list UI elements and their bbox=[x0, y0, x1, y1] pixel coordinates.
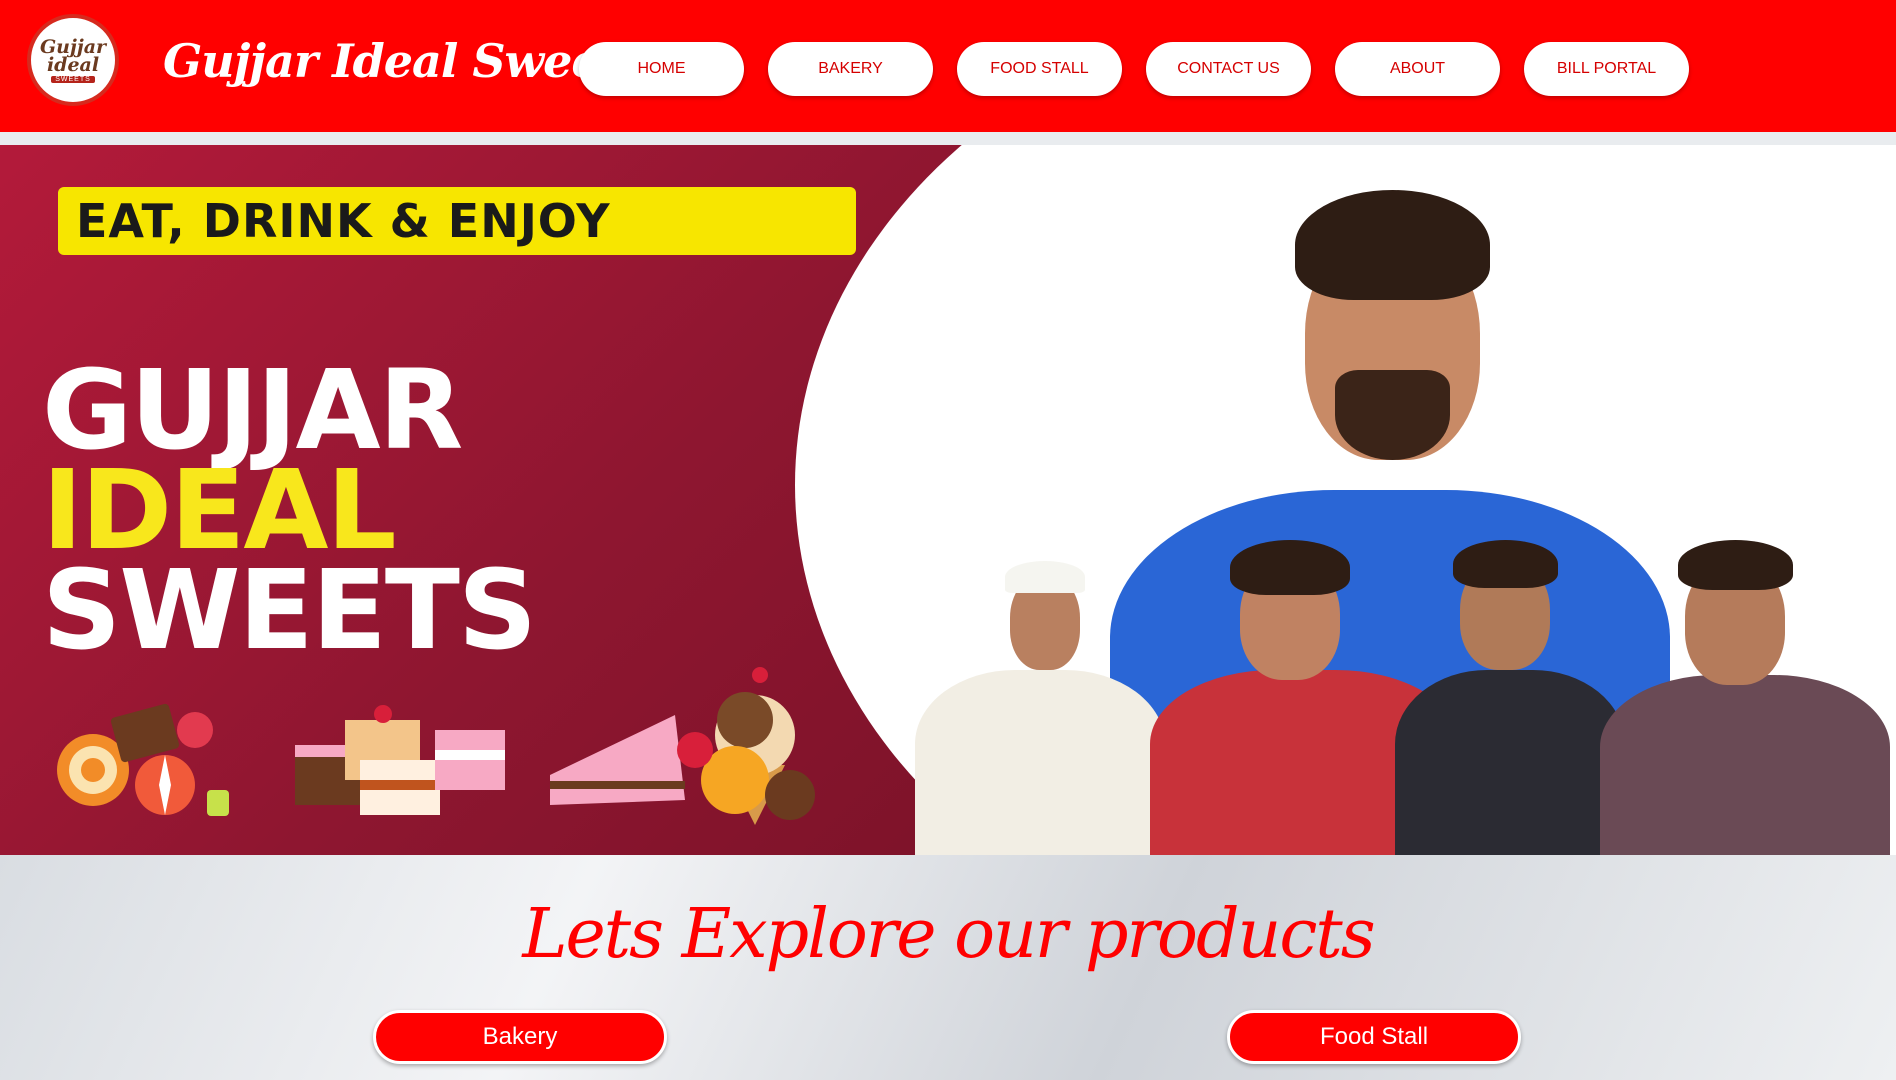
explore-section: Lets Explore our products Bakery Food St… bbox=[0, 855, 1896, 1080]
hero-title-line3: SWEETS bbox=[42, 546, 537, 674]
nav-about-button[interactable]: ABOUT bbox=[1335, 42, 1500, 96]
nav-bill-portal-button[interactable]: BILL PORTAL bbox=[1524, 42, 1689, 96]
hero-banner: EAT, DRINK & ENJOY GUJJAR IDEAL SWEETS bbox=[0, 145, 1896, 855]
logo-tag: SWEETS bbox=[51, 75, 95, 83]
hero-title-line2: IDEAL bbox=[42, 446, 397, 574]
logo-text-bottom: ideal bbox=[46, 53, 100, 76]
explore-heading: Lets Explore our products bbox=[522, 895, 1375, 974]
hero-title-line1: GUJJAR bbox=[42, 346, 463, 474]
nav-contact-us-button[interactable]: CONTACT US bbox=[1146, 42, 1311, 96]
person-right bbox=[1600, 535, 1896, 855]
main-nav: HOME BAKERY FOOD STALL CONTACT US ABOUT … bbox=[579, 42, 1689, 96]
brand-name[interactable]: Gujjar Ideal Sweet bbox=[163, 34, 621, 88]
cake-illustration bbox=[295, 705, 505, 815]
ice-cream-illustration bbox=[550, 667, 815, 825]
person-left bbox=[915, 555, 1165, 855]
nav-home-button[interactable]: HOME bbox=[579, 42, 744, 96]
top-navbar: Gujjar ideal SWEETS Gujjar Ideal Sweet H… bbox=[0, 0, 1896, 132]
nav-bakery-button[interactable]: BAKERY bbox=[768, 42, 933, 96]
food-stall-button[interactable]: Food Stall bbox=[1227, 1010, 1521, 1064]
nav-food-stall-button[interactable]: FOOD STALL bbox=[957, 42, 1122, 96]
brand-logo[interactable]: Gujjar ideal SWEETS bbox=[27, 14, 119, 106]
person-black-jersey bbox=[1395, 540, 1625, 855]
hero-tagline: EAT, DRINK & ENJOY bbox=[58, 187, 856, 255]
logo-text-top: Gujjar bbox=[39, 35, 107, 58]
bakery-button[interactable]: Bakery bbox=[373, 1010, 667, 1064]
candy-illustration bbox=[57, 703, 229, 816]
